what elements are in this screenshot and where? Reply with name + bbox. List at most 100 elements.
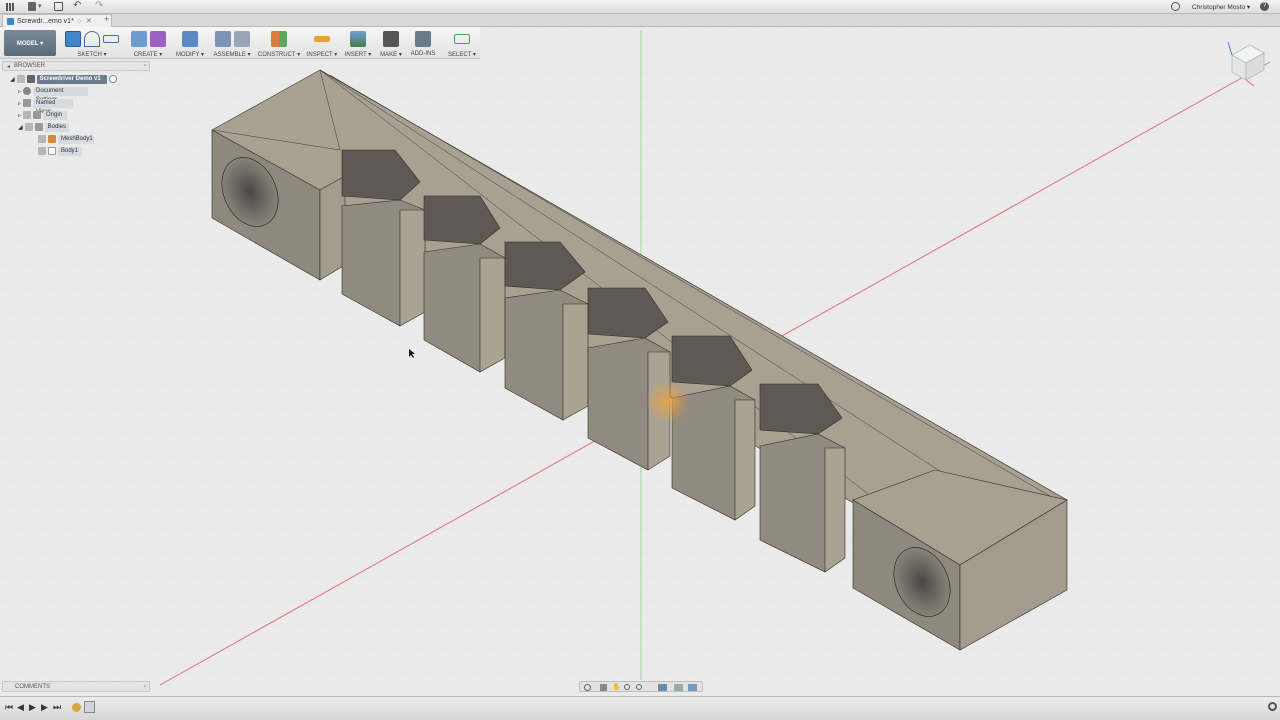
expand-arrow-icon[interactable]: ▹ bbox=[18, 112, 21, 119]
insert-group: INSERT ▾ bbox=[343, 27, 373, 59]
gear-icon[interactable] bbox=[1268, 702, 1277, 711]
tree-item-body1[interactable]: Body1 bbox=[38, 146, 82, 156]
tree-item-origin[interactable]: ▹ Origin bbox=[18, 110, 68, 120]
scripts-icon[interactable] bbox=[415, 31, 431, 47]
close-tab-icon[interactable]: ✕ bbox=[86, 17, 92, 25]
user-name[interactable]: Christopher Mosto ▾ bbox=[1192, 3, 1250, 11]
expand-arrow-icon[interactable]: ▹ bbox=[18, 88, 21, 95]
measure-icon[interactable] bbox=[314, 36, 330, 42]
visibility-icon[interactable] bbox=[23, 111, 32, 119]
browser-header[interactable]: ◂ BROWSER ▫ bbox=[2, 61, 150, 71]
expand-arrow-icon[interactable]: ▹ bbox=[18, 100, 21, 107]
grid-settings-icon[interactable] bbox=[674, 684, 683, 691]
tree-root-label: Screwdriver Demo v1 bbox=[36, 74, 107, 84]
folder-icon bbox=[33, 111, 42, 119]
expand-arrow-icon[interactable]: ◢ bbox=[10, 76, 15, 83]
tree-item-label: Body1 bbox=[58, 146, 82, 156]
tree-item-label: Document Settings bbox=[33, 86, 89, 103]
addins-group: ADD-INS bbox=[408, 27, 438, 59]
go-to-end-icon[interactable]: ⏭ bbox=[53, 702, 61, 713]
assemble-menu[interactable]: ASSEMBLE ▾ bbox=[213, 51, 250, 58]
tree-item-named-views[interactable]: ▹ Named Views bbox=[18, 98, 74, 115]
viewports-icon[interactable] bbox=[688, 684, 697, 691]
3d-print-icon[interactable] bbox=[383, 31, 399, 47]
undo-icon[interactable]: ↶ bbox=[73, 0, 81, 11]
make-menu[interactable]: MAKE ▾ bbox=[380, 51, 402, 58]
help-icon[interactable]: ? bbox=[1260, 2, 1269, 11]
tree-item-label: Origin bbox=[43, 110, 68, 120]
active-radio-icon[interactable] bbox=[108, 75, 117, 83]
visibility-icon[interactable] bbox=[16, 75, 25, 83]
press-pull-icon[interactable] bbox=[182, 31, 198, 47]
folder-icon bbox=[23, 99, 32, 107]
display-settings-icon[interactable] bbox=[658, 684, 667, 691]
joint-icon[interactable] bbox=[233, 31, 250, 47]
offset-plane-icon[interactable] bbox=[271, 31, 287, 47]
document-node-icon bbox=[26, 75, 35, 83]
modify-group: MODIFY ▾ bbox=[174, 27, 206, 59]
sync-icon: ○ bbox=[76, 17, 82, 25]
line-icon[interactable] bbox=[84, 31, 100, 47]
look-at-icon[interactable] bbox=[600, 684, 607, 691]
timeline-bar: ⏮ ◀ ▶ ▶ ⏭ bbox=[0, 696, 1280, 720]
select-group: SELECT ▾ bbox=[446, 27, 478, 59]
workspace-mode-button[interactable]: MODEL ▾ bbox=[4, 30, 56, 56]
sketch-icon[interactable] bbox=[65, 31, 81, 47]
inspect-menu[interactable]: INSPECT ▾ bbox=[307, 51, 338, 58]
pin-icon[interactable]: ▫ bbox=[144, 684, 146, 690]
insert-image-icon[interactable] bbox=[350, 31, 366, 47]
redo-icon[interactable]: ↷ bbox=[95, 0, 103, 11]
modify-menu[interactable]: MODIFY ▾ bbox=[176, 51, 204, 58]
grid-icon[interactable] bbox=[6, 3, 14, 11]
save-icon[interactable] bbox=[54, 2, 63, 11]
sketch-menu[interactable]: SKETCH ▾ bbox=[77, 51, 106, 58]
construct-menu[interactable]: CONSTRUCT ▾ bbox=[258, 51, 300, 58]
gear-icon bbox=[23, 87, 32, 95]
viewport-canvas[interactable] bbox=[0, 28, 1280, 696]
mesh-body-icon bbox=[48, 135, 56, 143]
collapse-icon[interactable]: ◂ bbox=[7, 63, 10, 70]
title-bar: ▾ ↶ ↷ Christopher Mosto ▾ ? bbox=[0, 0, 1280, 14]
expand-arrow-icon[interactable]: ◢ bbox=[18, 124, 23, 131]
play-icon[interactable]: ▶ bbox=[29, 702, 36, 713]
visibility-icon[interactable] bbox=[38, 147, 46, 155]
create-group: CREATE ▾ bbox=[128, 27, 168, 59]
zoom-icon[interactable] bbox=[624, 684, 630, 690]
visibility-icon[interactable] bbox=[24, 123, 33, 131]
construct-group: CONSTRUCT ▾ bbox=[258, 27, 300, 59]
orbit-icon[interactable] bbox=[584, 684, 591, 691]
timeline-feature-mesh-icon[interactable] bbox=[72, 703, 81, 712]
form-icon[interactable] bbox=[149, 31, 166, 47]
document-tab[interactable]: Screwdr...emo v1* ○ ✕ bbox=[2, 14, 112, 27]
fit-icon[interactable] bbox=[636, 684, 642, 690]
box-icon[interactable] bbox=[130, 31, 147, 47]
visibility-icon[interactable] bbox=[38, 135, 46, 143]
timeline-feature-body-icon[interactable] bbox=[84, 701, 95, 713]
select-icon[interactable] bbox=[454, 34, 470, 44]
go-to-start-icon[interactable]: ⏮ bbox=[5, 702, 13, 713]
step-back-icon[interactable]: ◀ bbox=[17, 702, 24, 713]
tree-item-label: Bodies bbox=[44, 122, 69, 132]
rectangle-icon[interactable] bbox=[103, 35, 119, 43]
create-menu[interactable]: CREATE ▾ bbox=[134, 51, 163, 58]
insert-menu[interactable]: INSERT ▾ bbox=[345, 51, 371, 58]
model-view[interactable] bbox=[0, 28, 1280, 696]
tree-root[interactable]: ◢ Screwdriver Demo v1 bbox=[10, 74, 117, 84]
new-component-icon[interactable] bbox=[214, 31, 231, 47]
tree-item-bodies[interactable]: ◢ Bodies bbox=[18, 122, 69, 132]
pin-icon[interactable]: ▫ bbox=[144, 63, 146, 69]
select-menu[interactable]: SELECT ▾ bbox=[448, 51, 476, 58]
folder-icon bbox=[34, 123, 43, 131]
clock-icon[interactable] bbox=[1171, 2, 1180, 11]
tree-item-meshbody1[interactable]: MeshBody1 bbox=[38, 134, 94, 144]
document-tab-bar: Screwdr...emo v1* ○ ✕ + bbox=[0, 14, 1280, 27]
document-icon bbox=[7, 17, 14, 25]
comments-panel[interactable]: COMMENTS ▫ bbox=[2, 681, 150, 692]
pan-icon[interactable]: ✋ bbox=[612, 683, 621, 691]
sketch-group: SKETCH ▾ bbox=[60, 27, 124, 59]
file-icon[interactable] bbox=[28, 2, 36, 11]
addins-menu[interactable]: ADD-INS bbox=[411, 51, 436, 57]
step-forward-icon[interactable]: ▶ bbox=[41, 702, 48, 713]
tree-item-document-settings[interactable]: ▹ Document Settings bbox=[18, 86, 89, 103]
new-tab-icon[interactable]: + bbox=[104, 14, 109, 24]
